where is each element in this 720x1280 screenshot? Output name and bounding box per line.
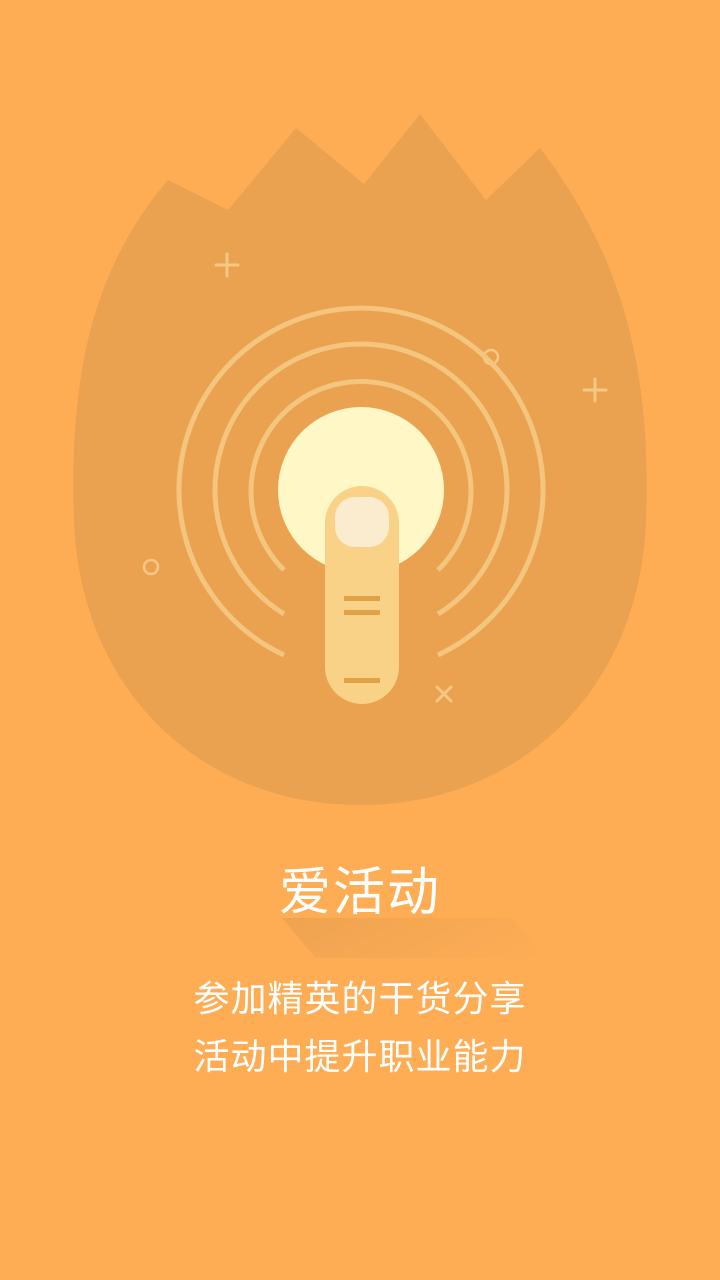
finger-icon xyxy=(325,486,399,704)
description-line-1: 参加精英的干货分享 xyxy=(193,979,527,1020)
description-line-2: 活动中提升职业能力 xyxy=(193,1037,527,1078)
page-title: 爱活动 xyxy=(278,863,441,923)
finger-tap-illustration xyxy=(73,114,647,805)
onboarding-screen[interactable]: 爱活动 参加精英的干货分享 活动中提升职业能力 xyxy=(0,0,720,1280)
